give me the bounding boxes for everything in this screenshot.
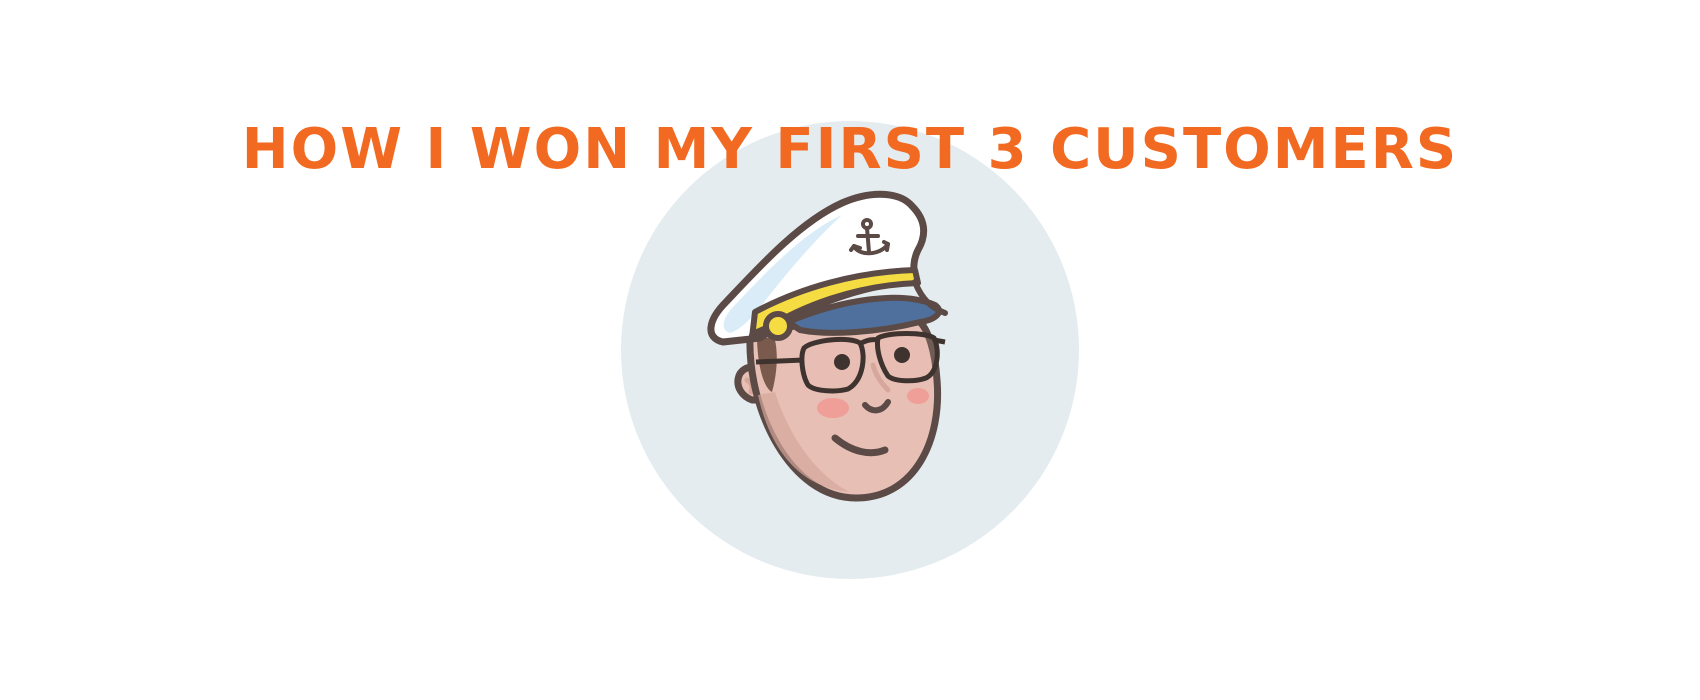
page-title: HOW I WON MY FIRST 3 CUSTOMERS xyxy=(241,117,1459,182)
captain-hat-icon xyxy=(707,190,948,346)
hero-banner: HOW I WON MY FIRST 3 CUSTOMERS xyxy=(0,0,1700,700)
right-eye xyxy=(894,347,910,363)
captain-avatar-illustration xyxy=(707,190,948,502)
right-cheek xyxy=(907,388,929,404)
left-eye xyxy=(834,354,850,370)
hat-button xyxy=(763,311,793,341)
left-cheek xyxy=(817,398,849,418)
